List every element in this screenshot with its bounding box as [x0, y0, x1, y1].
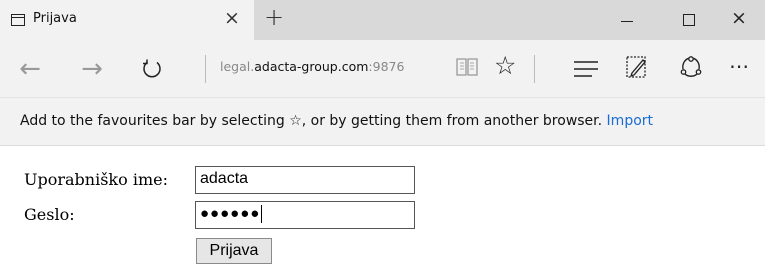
hub-icon[interactable]	[573, 59, 599, 83]
login-button[interactable]: Prijava	[196, 238, 272, 264]
share-icon[interactable]	[679, 55, 703, 83]
toolbar-divider	[534, 55, 535, 83]
username-value: adacta	[200, 170, 249, 187]
favourite-star-icon[interactable]: ☆	[494, 51, 516, 80]
page-icon	[11, 14, 25, 26]
web-note-icon[interactable]	[625, 54, 649, 84]
title-bar: Prijava × + ×	[0, 0, 765, 40]
text-caret	[261, 205, 263, 224]
tab-prijava[interactable]: Prijava ×	[0, 0, 254, 40]
favourites-bar: Add to the favourites bar by selecting ☆…	[0, 97, 765, 146]
tab-title: Prijava	[33, 11, 77, 26]
minimize-icon[interactable]	[621, 10, 635, 30]
forward-button[interactable]: →	[77, 40, 107, 97]
toolbar-divider	[205, 55, 206, 83]
maximize-icon[interactable]	[683, 14, 695, 26]
favourites-message-text: Add to the favourites bar by selecting ☆…	[20, 113, 603, 129]
tab-close-icon[interactable]: ×	[224, 7, 240, 29]
address-bar[interactable]: legal.adacta-group.com:9876	[220, 59, 404, 74]
more-options-icon[interactable]: ⋯	[729, 54, 750, 78]
url-host: adacta-group.com	[254, 59, 369, 74]
favourites-message: Add to the favourites bar by selecting ☆…	[20, 113, 653, 129]
import-link[interactable]: Import	[607, 113, 653, 129]
password-value: ●●●●●●	[200, 205, 261, 222]
reading-view-icon[interactable]	[455, 56, 479, 82]
refresh-button[interactable]	[137, 40, 167, 97]
url-port: :9876	[368, 59, 405, 74]
window-close-icon[interactable]: ×	[731, 7, 747, 29]
username-label: Uporabniško ime:	[24, 170, 168, 189]
navigation-bar: ← → legal.adacta-group.com:9876 ☆ ⋯	[0, 40, 765, 97]
username-field[interactable]: adacta	[195, 166, 415, 194]
refresh-icon	[143, 59, 161, 77]
back-button[interactable]: ←	[15, 40, 45, 97]
password-field[interactable]: ●●●●●●	[195, 201, 415, 229]
password-label: Geslo:	[24, 205, 75, 224]
url-subdomain: legal.	[220, 59, 255, 74]
new-tab-button[interactable]: +	[264, 3, 284, 31]
